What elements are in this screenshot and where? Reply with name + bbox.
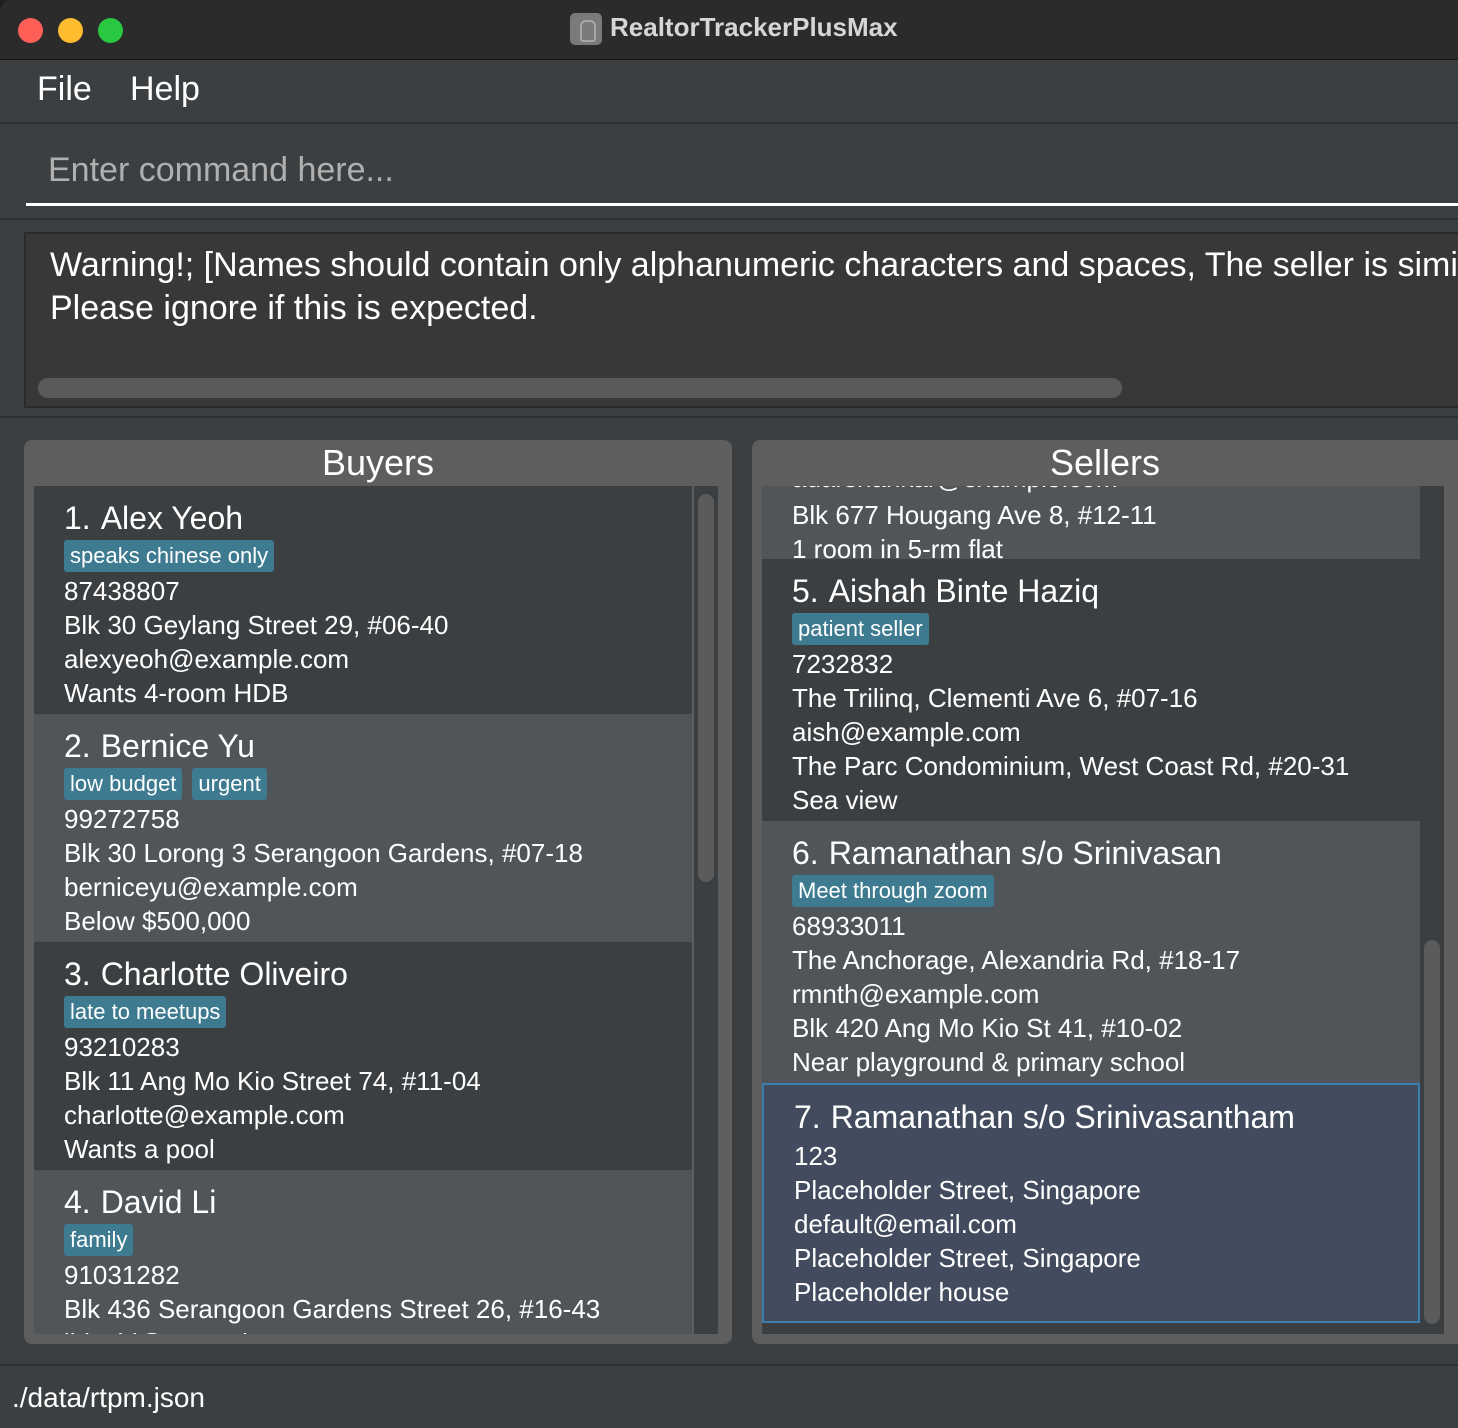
sellers-panel: Sellers adarshankar@example.com Blk 677 … (752, 440, 1458, 1344)
seller-card[interactable]: 6. Ramanathan s/o Srinivasan Meet through… (762, 821, 1420, 1083)
buyer-address: Blk 30 Geylang Street 29, #06-40 (64, 610, 449, 640)
seller-tag: patient seller (792, 613, 929, 645)
buyer-name: 4. David Li (64, 1184, 217, 1220)
buyer-tag: speaks chinese only (64, 540, 275, 572)
buyer-phone: 87438807 (64, 576, 180, 606)
buyer-email: lidavid@example.com (64, 1326, 662, 1334)
menu-file[interactable]: File (37, 70, 92, 109)
title-bar: RealtorTrackerPlusMax (0, 0, 1458, 60)
buyer-card[interactable]: 3. Charlotte Oliveiro late to meetups 932… (34, 942, 692, 1170)
command-box (0, 124, 1458, 216)
buyer-phone: 93210283 (64, 1032, 180, 1062)
sellers-panel-title: Sellers (1049, 442, 1161, 483)
seller-address: Placeholder Street, Singapore (794, 1175, 1141, 1205)
result-display-area: Warning!; [Names should contain only alp… (0, 218, 1458, 418)
seller-name: 6. Ramanathan s/o Srinivasan (792, 835, 1222, 871)
seller-name: 7. Ramanathan s/o Srinivasantham (794, 1099, 1295, 1135)
seller-email: rmnth@example.com (792, 979, 1040, 1009)
seller-phone: 68933011 (792, 911, 906, 941)
seller-card-selected[interactable]: 7. Ramanathan s/o Srinivasantham 123 Plac… (762, 1083, 1420, 1323)
buyer-card[interactable]: 2. Bernice Yu low budget urgent 99272758 B… (34, 714, 692, 942)
buyers-scroll-thumb[interactable] (698, 494, 714, 882)
seller-address: The Anchorage, Alexandria Rd, #18-17 (792, 945, 1241, 975)
app-window: RealtorTrackerPlusMax File Help Warning!… (0, 0, 1458, 1428)
menu-help[interactable]: Help (130, 70, 200, 109)
seller-house: Blk 677 Hougang Ave 8, #12-11 (792, 500, 1157, 530)
menu-bar: File Help (0, 60, 1458, 124)
status-bar: ./data/rtpm.json (0, 1364, 1458, 1428)
seller-house: Placeholder Street, Singapore (794, 1243, 1141, 1273)
maximize-window-button[interactable] (98, 18, 123, 43)
buyer-name: 1. Alex Yeoh (64, 500, 244, 536)
buyer-name: 3. Charlotte Oliveiro (64, 956, 348, 992)
seller-email: default@email.com (794, 1209, 1017, 1239)
buyer-email: berniceyu@example.com (64, 872, 358, 902)
storage-file-path: ./data/rtpm.json (12, 1382, 205, 1413)
sellers-list[interactable]: adarshankar@example.com Blk 677 Hougang … (762, 486, 1420, 1334)
buyer-note: Below $500,000 (64, 906, 251, 936)
app-icon (570, 13, 602, 45)
seller-note: Placeholder house (794, 1277, 1010, 1307)
buyer-tag: urgent (192, 768, 267, 800)
result-message-line-1: Warning!; [Names should contain only alp… (50, 246, 1458, 284)
buyers-panel: Buyers 1. Alex Yeoh speaks chinese only 8… (24, 440, 732, 1344)
minimize-window-button[interactable] (58, 18, 83, 43)
seller-email: aish@example.com (792, 717, 1021, 747)
seller-phone: 123 (794, 1141, 838, 1171)
buyer-note: Wants 4-room HDB (64, 678, 289, 708)
command-input[interactable] (26, 138, 1458, 206)
buyer-phone: 99272758 (64, 804, 180, 834)
buyer-address: Blk 11 Ang Mo Kio Street 74, #11-04 (64, 1066, 481, 1096)
buyer-phone: 91031282 (64, 1260, 180, 1290)
sellers-scroll-thumb[interactable] (1424, 940, 1440, 1324)
seller-phone: 7232832 (792, 649, 894, 679)
buyer-tag: family (64, 1224, 134, 1256)
buyers-vertical-scrollbar[interactable] (694, 486, 718, 1334)
seller-email: adarshankar@example.com (792, 486, 1390, 498)
buyers-panel-title: Buyers (321, 442, 435, 483)
seller-tag: Meet through zoom (792, 875, 994, 907)
buyer-address: Blk 30 Lorong 3 Serangoon Gardens, #07-1… (64, 838, 583, 868)
buyer-card[interactable]: 4. David Li family 91031282 Blk 436 Seran… (34, 1170, 692, 1334)
seller-address: The Trilinq, Clementi Ave 6, #07-16 (792, 683, 1198, 713)
buyer-name: 2. Bernice Yu (64, 728, 255, 764)
seller-name: 5. Aishah Binte Haziq (792, 573, 1100, 609)
buyer-note: Wants a pool (64, 1134, 215, 1164)
buyer-email: alexyeoh@example.com (64, 644, 350, 674)
seller-note: Sea view (792, 785, 898, 815)
seller-note: Near playground & primary school (792, 1047, 1186, 1077)
buyer-card[interactable]: 1. Alex Yeoh speaks chinese only 87438807… (34, 486, 692, 714)
result-horizontal-scrollbar[interactable] (38, 378, 1122, 398)
result-display: Warning!; [Names should contain only alp… (24, 232, 1458, 408)
seller-card[interactable]: adarshankar@example.com Blk 677 Hougang … (762, 486, 1420, 564)
sellers-vertical-scrollbar[interactable] (1420, 486, 1444, 1334)
seller-house: The Parc Condominium, West Coast Rd, #20… (792, 751, 1350, 781)
seller-card[interactable]: 5. Aishah Binte Haziq patient seller 7232… (762, 559, 1420, 821)
buyers-list[interactable]: 1. Alex Yeoh speaks chinese only 87438807… (34, 486, 692, 1334)
seller-house: Blk 420 Ang Mo Kio St 41, #10-02 (792, 1013, 1183, 1043)
result-message-line-2: Please ignore if this is expected. (50, 289, 538, 327)
buyer-tag: late to meetups (64, 996, 227, 1028)
buyer-email: charlotte@example.com (64, 1100, 345, 1130)
close-window-button[interactable] (18, 18, 43, 43)
buyer-address: Blk 436 Serangoon Gardens Street 26, #16… (64, 1294, 601, 1324)
window-title: RealtorTrackerPlusMax (610, 12, 898, 42)
buyer-tag: low budget (64, 768, 183, 800)
